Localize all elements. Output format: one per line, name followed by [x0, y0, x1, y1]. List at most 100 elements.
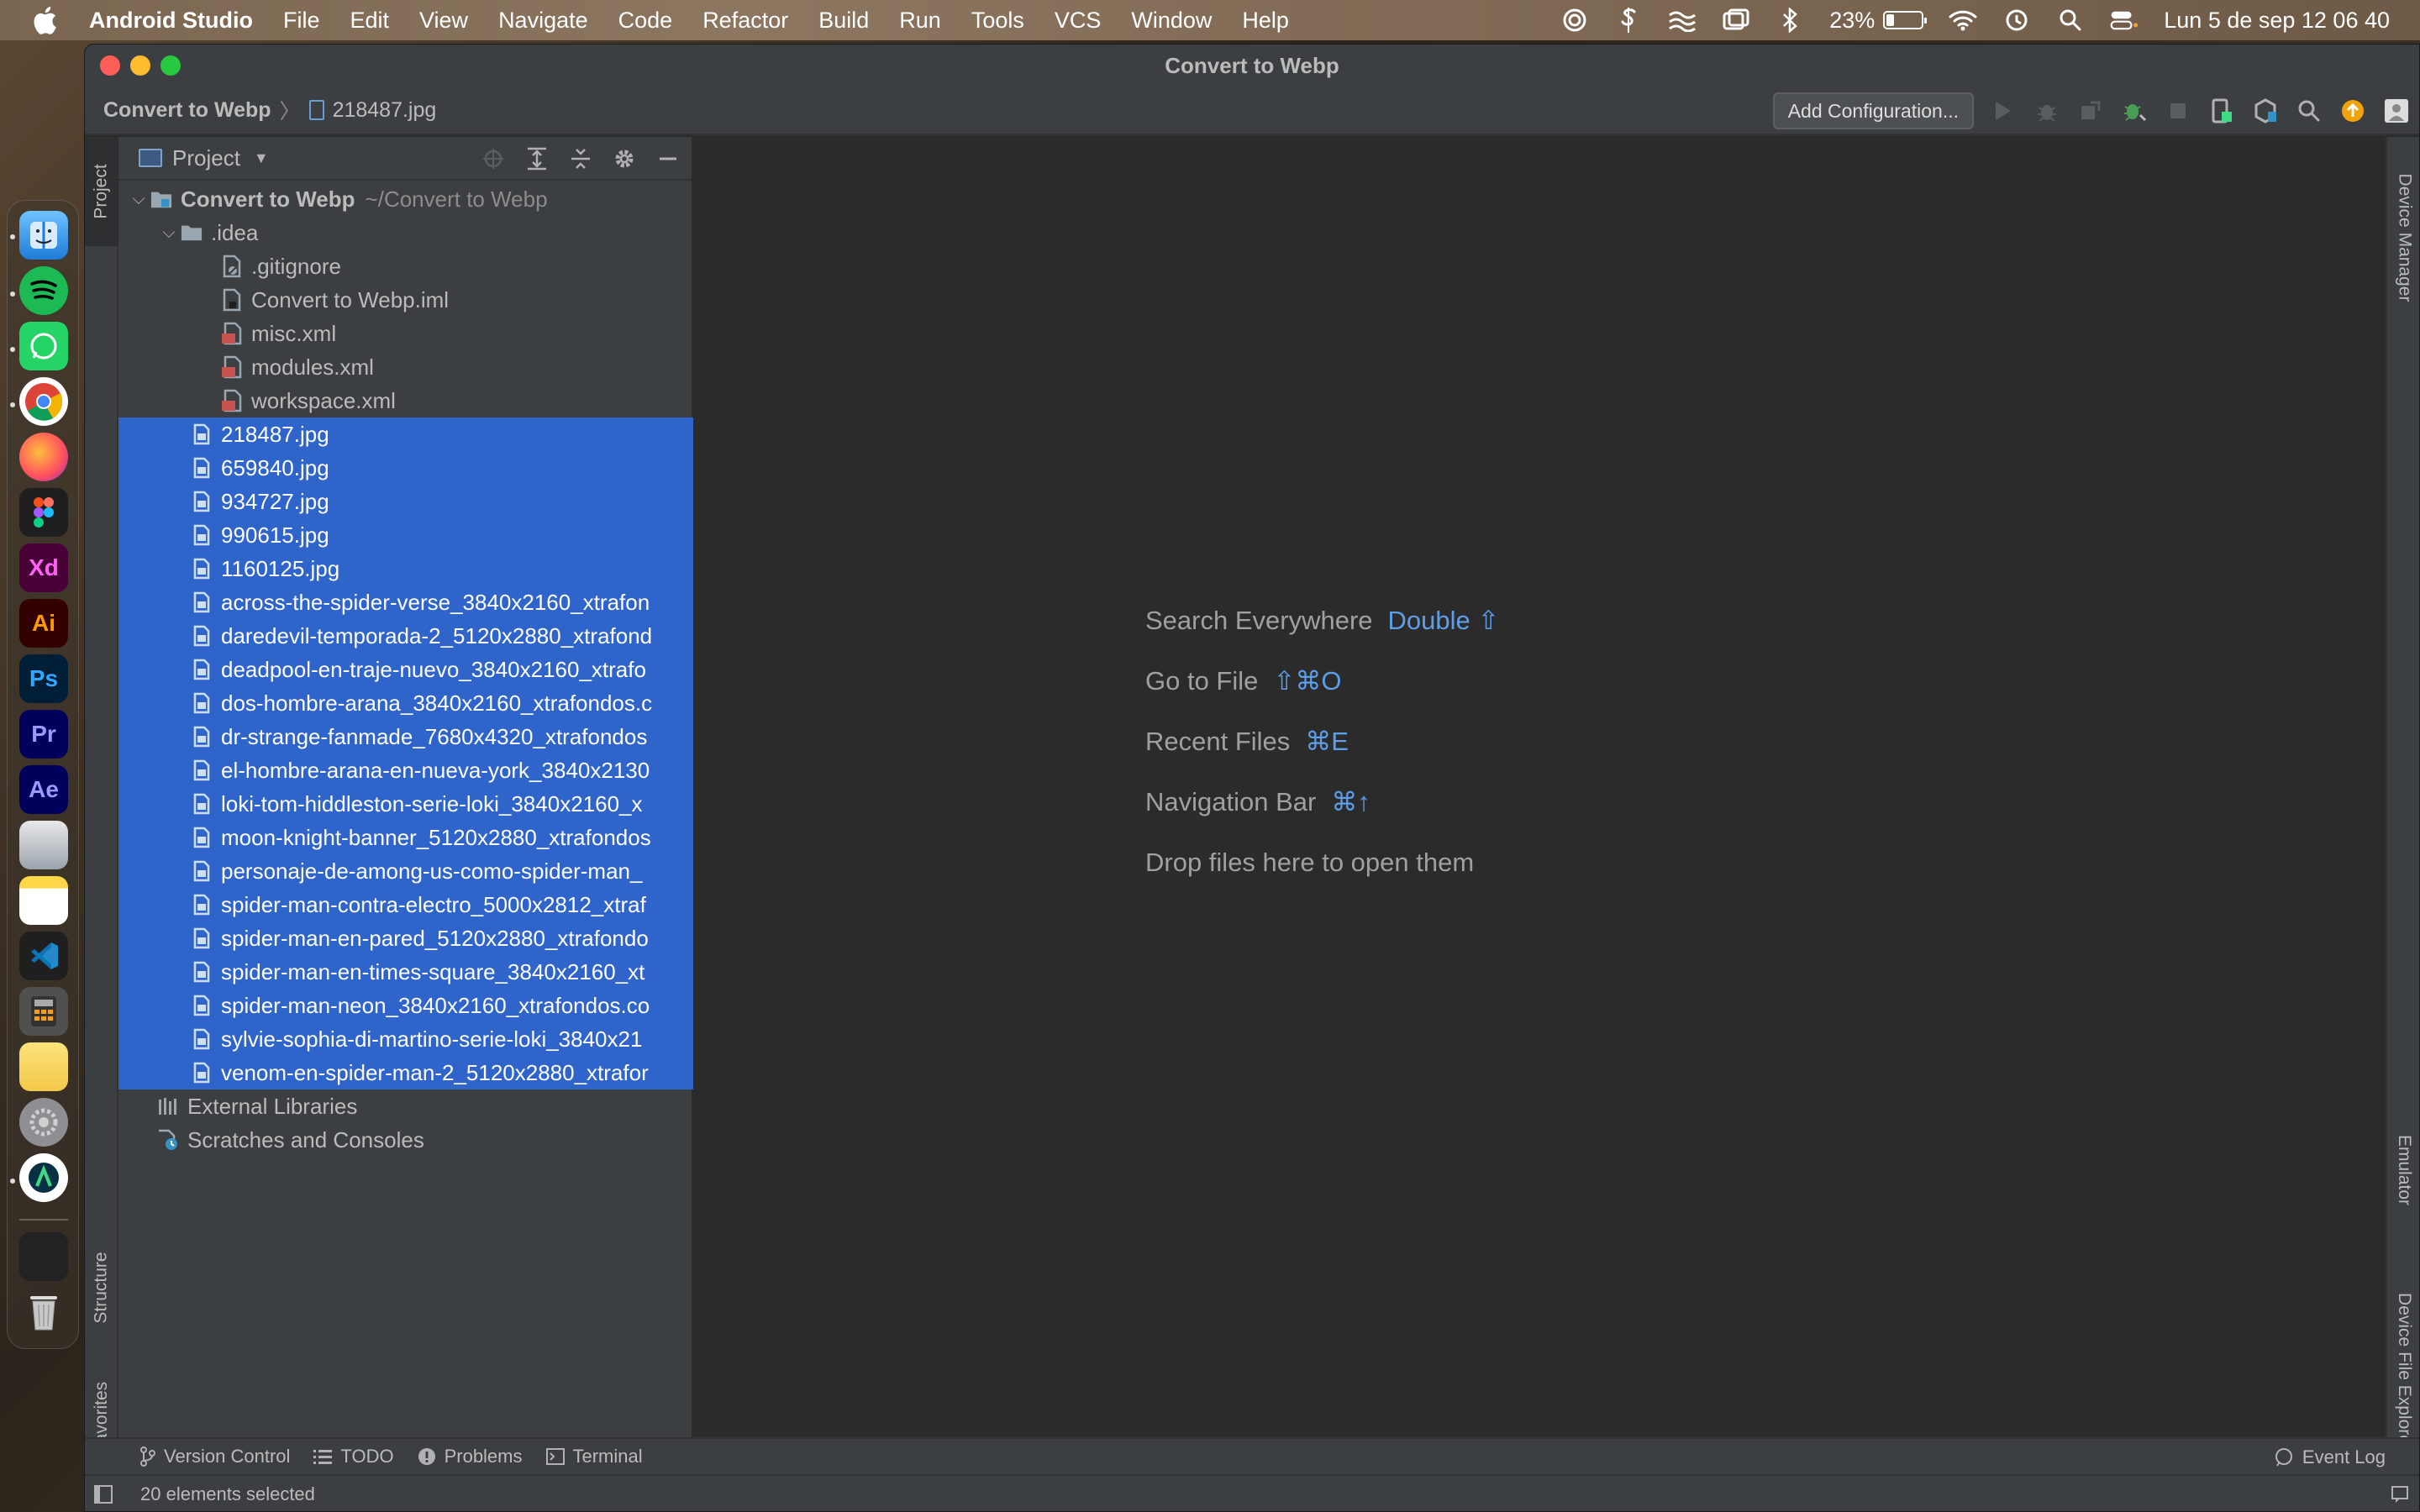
hide-panel-icon[interactable] [655, 145, 681, 172]
adobe-illustrator-icon[interactable]: Ai [19, 599, 68, 648]
locate-file-icon[interactable] [480, 145, 507, 172]
menu-help[interactable]: Help [1242, 8, 1289, 34]
tree-row-idea-folder[interactable]: ⌵ .idea [118, 216, 693, 249]
version-control-tab[interactable]: Version Control [140, 1446, 290, 1467]
tree-row-external-libraries[interactable]: External Libraries [118, 1089, 693, 1123]
apple-logo-icon[interactable] [32, 6, 57, 34]
preview-icon[interactable] [19, 821, 68, 869]
tree-row-selected-file[interactable]: personaje-de-among-us-como-spider-man_ [118, 854, 693, 888]
settings-gear-icon[interactable] [611, 145, 638, 172]
tree-row-selected-file[interactable]: 659840.jpg [118, 451, 693, 485]
finder-icon[interactable] [19, 211, 68, 260]
tree-row-root[interactable]: ⌵ Convert to Webp ~/Convert to Webp [118, 182, 693, 216]
tree-row-selected-file[interactable]: 990615.jpg [118, 518, 693, 552]
vscode-icon[interactable] [19, 932, 68, 980]
run-icon[interactable] [1989, 97, 2018, 125]
device-manager-tool-tab[interactable]: Device Manager [2387, 145, 2419, 330]
chevron-down-icon[interactable]: ⌵ [157, 216, 181, 249]
menubar-clock[interactable]: Lun 5 de sep 12 06 40 [2164, 8, 2390, 34]
user-account-icon[interactable] [2382, 97, 2411, 125]
tree-row-gitignore[interactable]: .gitignore [118, 249, 693, 283]
project-view-selector[interactable]: Project [172, 145, 240, 171]
scrivener-icon[interactable] [1614, 8, 1643, 33]
adobe-photoshop-icon[interactable]: Ps [19, 654, 68, 703]
editor-area[interactable]: Search Everywhere Double ⇧ Go to File ⇧⌘… [695, 137, 2386, 1437]
time-machine-icon[interactable] [2002, 8, 2031, 33]
tree-row-selected-file[interactable]: spider-man-en-times-square_3840x2160_xt [118, 955, 693, 989]
debug-icon[interactable] [2033, 97, 2061, 125]
downloads-stack-icon[interactable] [19, 1232, 68, 1281]
menu-refactor[interactable]: Refactor [702, 8, 788, 34]
tree-row-misc-xml[interactable]: misc.xml [118, 317, 693, 350]
chevron-down-icon[interactable]: ⌵ [127, 182, 150, 216]
bluetooth-icon[interactable] [1776, 8, 1804, 33]
menu-vcs[interactable]: VCS [1055, 8, 1102, 34]
menu-file[interactable]: File [283, 8, 320, 34]
attach-debugger-icon[interactable] [2120, 97, 2149, 125]
breadcrumb-project[interactable]: Convert to Webp [103, 98, 271, 123]
profile-icon[interactable] [2076, 97, 2105, 125]
event-log-tab[interactable]: Event Log [2274, 1439, 2386, 1476]
menu-tools[interactable]: Tools [971, 8, 1024, 34]
tree-row-workspace-xml[interactable]: workspace.xml [118, 384, 693, 417]
emulator-tool-tab[interactable]: Emulator [2387, 1111, 2419, 1229]
window-titlebar[interactable]: Convert to Webp [85, 45, 2419, 87]
adobe-after-effects-icon[interactable]: Ae [19, 765, 68, 814]
tree-row-modules-xml[interactable]: modules.xml [118, 350, 693, 384]
tree-row-selected-file[interactable]: deadpool-en-traje-nuevo_3840x2160_xtrafo [118, 653, 693, 686]
breadcrumb-file[interactable]: 218487.jpg [333, 98, 437, 123]
menu-navigate[interactable]: Navigate [498, 8, 588, 34]
system-preferences-icon[interactable] [19, 1098, 68, 1147]
tree-row-selected-file[interactable]: spider-man-en-pared_5120x2880_xtrafondo [118, 921, 693, 955]
tree-row-selected-file[interactable]: moon-knight-banner_5120x2880_xtrafondos [118, 821, 693, 854]
tree-row-selected-file[interactable]: venom-en-spider-man-2_5120x2880_xtrafor [118, 1056, 693, 1089]
wave-icon[interactable] [1668, 8, 1697, 33]
battery-indicator[interactable]: 23% [1829, 8, 1928, 34]
problems-tab[interactable]: Problems [418, 1446, 523, 1467]
menu-window[interactable]: Window [1131, 8, 1212, 34]
calculator-icon[interactable] [19, 987, 68, 1036]
menubar-app-name[interactable]: Android Studio [89, 8, 253, 34]
sdk-manager-icon[interactable] [2251, 97, 2280, 125]
stickies-icon[interactable] [19, 1042, 68, 1091]
tree-row-selected-file[interactable]: across-the-spider-verse_3840x2160_xtrafo… [118, 585, 693, 619]
expand-all-icon[interactable] [523, 145, 550, 172]
tree-row-selected-file[interactable]: daredevil-temporada-2_5120x2880_xtrafond [118, 619, 693, 653]
screen-mirroring-icon[interactable] [1722, 8, 1750, 33]
tree-row-selected-file[interactable]: 218487.jpg [118, 417, 693, 451]
tree-row-selected-file[interactable]: el-hombre-arana-en-nueva-york_3840x2130 [118, 753, 693, 787]
project-tool-tab[interactable]: Project [85, 137, 118, 246]
structure-tool-tab[interactable]: Structure [85, 1221, 118, 1355]
control-center-icon[interactable] [2110, 8, 2139, 33]
notes-icon[interactable] [19, 876, 68, 925]
todo-tab[interactable]: TODO [313, 1446, 394, 1467]
tree-row-selected-file[interactable]: 1160125.jpg [118, 552, 693, 585]
tree-row-selected-file[interactable]: loki-tom-hiddleston-serie-loki_3840x2160… [118, 787, 693, 821]
adobe-premiere-icon[interactable]: Pr [19, 710, 68, 759]
tree-row-selected-file[interactable]: dos-hombre-arana_3840x2160_xtrafondos.c [118, 686, 693, 720]
wifi-icon[interactable] [1949, 8, 1977, 33]
collapse-all-icon[interactable] [567, 145, 594, 172]
stop-icon[interactable] [2164, 97, 2192, 125]
trash-icon[interactable] [19, 1288, 68, 1336]
toggle-tool-windows-icon[interactable] [93, 1484, 113, 1504]
tree-row-selected-file[interactable]: sylvie-sophia-di-martino-serie-loki_3840… [118, 1022, 693, 1056]
menu-view[interactable]: View [419, 8, 468, 34]
terminal-tab[interactable]: Terminal [545, 1446, 643, 1467]
spotify-icon[interactable] [19, 266, 68, 315]
whatsapp-icon[interactable] [19, 322, 68, 370]
spotlight-search-icon[interactable] [2056, 8, 2085, 33]
tree-row-selected-file[interactable]: dr-strange-fanmade_7680x4320_xtrafondos [118, 720, 693, 753]
adobe-xd-icon[interactable]: Xd [19, 543, 68, 592]
android-studio-icon[interactable] [19, 1153, 68, 1202]
tree-row-selected-file[interactable]: 934727.jpg [118, 485, 693, 518]
tree-row-scratches[interactable]: Scratches and Consoles [118, 1123, 693, 1157]
add-configuration-button[interactable]: Add Configuration... [1772, 92, 1974, 129]
focus-icon[interactable] [1560, 8, 1589, 33]
tree-row-selected-file[interactable]: spider-man-contra-electro_5000x2812_xtra… [118, 888, 693, 921]
chrome-icon[interactable] [19, 377, 68, 426]
tree-row-iml[interactable]: Convert to Webp.iml [118, 283, 693, 317]
menu-code[interactable]: Code [618, 8, 673, 34]
update-available-icon[interactable] [2338, 97, 2367, 125]
figma-icon[interactable] [19, 488, 68, 537]
